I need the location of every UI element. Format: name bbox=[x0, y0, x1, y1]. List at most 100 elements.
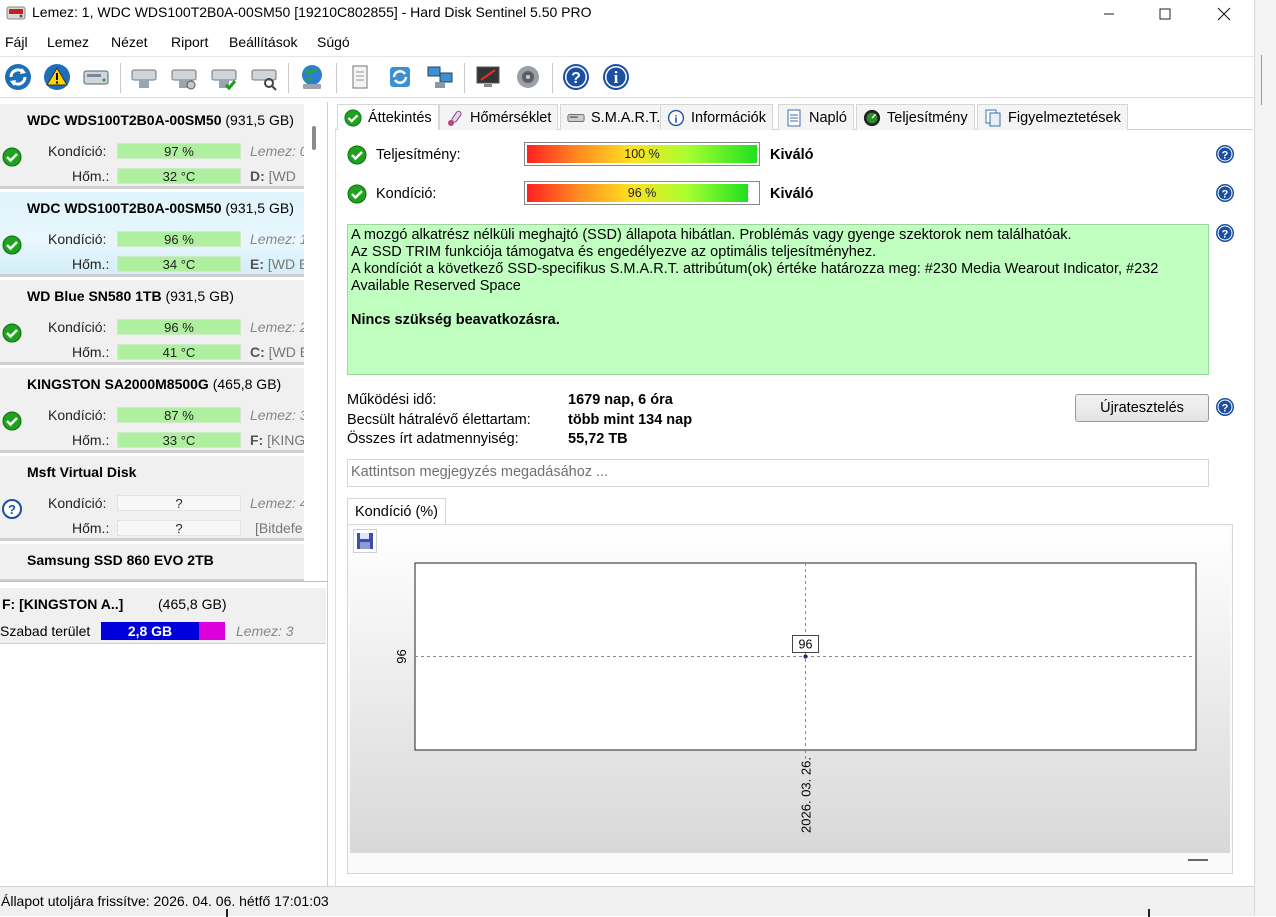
health-value: 96 % bbox=[527, 184, 757, 202]
tab-label: Áttekintés bbox=[368, 110, 432, 126]
disk-item[interactable]: KINGSTON SA2000M8500G (465,8 GB) Kondíci… bbox=[0, 368, 304, 453]
temp-label: Hőm.: bbox=[72, 256, 110, 272]
health-grade: Kiváló bbox=[770, 186, 814, 202]
free-space-value: 2,8 GB bbox=[127, 623, 173, 639]
disk-item-selected[interactable]: WDC WDS100T2B0A-00SM50 (931,5 GB) Kondíc… bbox=[0, 192, 304, 277]
menu-file[interactable]: Fájl bbox=[5, 34, 28, 50]
health-bar: ? bbox=[117, 495, 241, 511]
tab-alerts[interactable]: Figyelmeztetések bbox=[977, 104, 1128, 130]
disk-tools-icon bbox=[131, 69, 157, 88]
maximize-icon bbox=[1159, 8, 1171, 20]
log-icon bbox=[787, 109, 801, 126]
note-input[interactable]: Kattintson megjegyzés megadásához ... bbox=[347, 459, 1209, 487]
disk-item[interactable]: Msft Virtual Disk ? Kondíció: ? Lemez: 4… bbox=[0, 456, 304, 541]
power-on-label: Működési idő: bbox=[347, 392, 437, 408]
disk-name: Msft Virtual Disk bbox=[27, 464, 137, 480]
temp-label: Hőm.: bbox=[72, 168, 110, 184]
temp-bar: 41 °C bbox=[117, 344, 241, 360]
health-label: Kondíció: bbox=[48, 231, 107, 247]
partition-size: (465,8 GB) bbox=[158, 596, 227, 612]
y-tick-label: 96 bbox=[394, 649, 409, 663]
disk-size: (931,5 GB) bbox=[225, 200, 294, 216]
status-unknown-icon: ? bbox=[2, 499, 22, 519]
sync-button[interactable] bbox=[384, 61, 416, 93]
volume-label: [KING bbox=[263, 432, 304, 448]
sound-button[interactable] bbox=[512, 61, 544, 93]
performance-grade: Kiváló bbox=[770, 147, 814, 163]
status-ok-icon bbox=[2, 411, 22, 431]
disk-icon bbox=[83, 70, 109, 85]
disk-test-icon bbox=[171, 69, 197, 90]
tab-smart[interactable]: S.M.A.R.T. bbox=[560, 104, 668, 130]
disk-check-icon bbox=[211, 69, 237, 91]
tab-information[interactable]: i Információk bbox=[660, 104, 773, 130]
temp-bar: ? bbox=[117, 520, 241, 536]
disk-tools-button[interactable] bbox=[128, 61, 160, 93]
tab-temperature[interactable]: Hőmérséklet bbox=[439, 104, 559, 130]
performance-ok-icon bbox=[347, 145, 367, 165]
refresh-button[interactable] bbox=[2, 61, 34, 93]
retest-button[interactable]: Újratesztelés bbox=[1075, 394, 1209, 422]
chart-tab-health[interactable]: Kondíció (%) bbox=[347, 498, 447, 525]
x-tick-label: 2026. 03. 26. bbox=[799, 757, 814, 833]
info-button[interactable]: i bbox=[600, 61, 632, 93]
close-button[interactable] bbox=[1195, 0, 1253, 28]
help-icon[interactable]: ? bbox=[1215, 144, 1235, 164]
menu-report[interactable]: Riport bbox=[171, 34, 208, 50]
refresh-icon bbox=[5, 64, 31, 90]
disk-name: Samsung SSD 860 EVO 2TB bbox=[27, 552, 214, 568]
message-line: A kondíciót a következő SSD-specifikus S… bbox=[351, 261, 1159, 294]
disk-number: Lemez: 0 bbox=[250, 143, 304, 159]
disk-item[interactable]: WDC WDS100T2B0A-00SM50 (931,5 GB) Kondíc… bbox=[0, 104, 304, 189]
power-on-value: 1679 nap, 6 óra bbox=[568, 392, 673, 408]
disk-item[interactable]: WD Blue SN580 1TB (931,5 GB) Kondíció: 9… bbox=[0, 280, 304, 365]
web-button[interactable] bbox=[296, 61, 328, 93]
volume-label: [WD E bbox=[268, 344, 304, 360]
globe-icon bbox=[302, 65, 322, 89]
health-label: Kondíció: bbox=[376, 186, 437, 202]
speaker-icon bbox=[517, 66, 539, 88]
disk-item[interactable]: Samsung SSD 860 EVO 2TB bbox=[0, 544, 304, 581]
temp-bar: 32 °C bbox=[117, 168, 241, 184]
monitor-button[interactable] bbox=[472, 61, 504, 93]
menu-view[interactable]: Nézet bbox=[111, 34, 148, 50]
chart-scroll-handle[interactable] bbox=[1188, 859, 1208, 861]
disk-button[interactable] bbox=[80, 61, 112, 93]
menu-help[interactable]: Súgó bbox=[317, 34, 350, 50]
health-label: Kondíció: bbox=[48, 495, 107, 511]
tab-label: Teljesítmény bbox=[887, 109, 968, 126]
performance-value: 100 % bbox=[527, 145, 757, 163]
tab-label: Hőmérséklet bbox=[470, 109, 552, 126]
menu-bar: Fájl Lemez Nézet Riport Beállítások Súgó bbox=[0, 29, 1254, 55]
last-update-status: Állapot utoljára frissítve: 2026. 04. 06… bbox=[1, 893, 329, 909]
written-value: 55,72 TB bbox=[568, 431, 628, 447]
help-icon: ? bbox=[563, 64, 589, 90]
menu-disk[interactable]: Lemez bbox=[47, 34, 89, 50]
disk-check-button[interactable] bbox=[208, 61, 240, 93]
message-line: Az SSD TRIM funkciója támogatva és enged… bbox=[351, 244, 877, 260]
disk-number: Lemez: 3 bbox=[250, 407, 304, 423]
tab-log[interactable]: Napló bbox=[778, 104, 854, 130]
help-button[interactable]: ? bbox=[560, 61, 592, 93]
free-space-label: Szabad terület bbox=[0, 623, 91, 639]
report-button[interactable] bbox=[344, 61, 376, 93]
menu-settings[interactable]: Beállítások bbox=[229, 34, 297, 50]
maximize-button[interactable] bbox=[1136, 0, 1194, 28]
help-icon[interactable]: ? bbox=[1215, 223, 1235, 243]
volume-label: [WD bbox=[264, 168, 296, 184]
help-icon[interactable]: ? bbox=[1215, 183, 1235, 203]
tab-performance[interactable]: Teljesítmény bbox=[856, 104, 975, 130]
svg-text:i: i bbox=[675, 113, 678, 125]
help-icon[interactable]: ? bbox=[1215, 397, 1235, 417]
overview-panel: Teljesítmény: 100 % Kiváló ? Kondíció: 9… bbox=[335, 130, 1253, 886]
minimize-button[interactable] bbox=[1080, 0, 1138, 28]
network-button[interactable] bbox=[424, 61, 456, 93]
disk-test-button[interactable] bbox=[168, 61, 200, 93]
message-action: Nincs szükség beavatkozásra. bbox=[351, 312, 560, 328]
performance-bar: 100 % bbox=[524, 142, 760, 166]
alert-button[interactable] bbox=[41, 61, 73, 93]
partition-item[interactable]: F: [KINGSTON A..] (465,8 GB) Szabad terü… bbox=[0, 588, 326, 644]
tab-overview[interactable]: Áttekintés bbox=[337, 104, 439, 131]
disk-list-scrollbar[interactable] bbox=[312, 126, 316, 150]
disk-search-button[interactable] bbox=[248, 61, 280, 93]
